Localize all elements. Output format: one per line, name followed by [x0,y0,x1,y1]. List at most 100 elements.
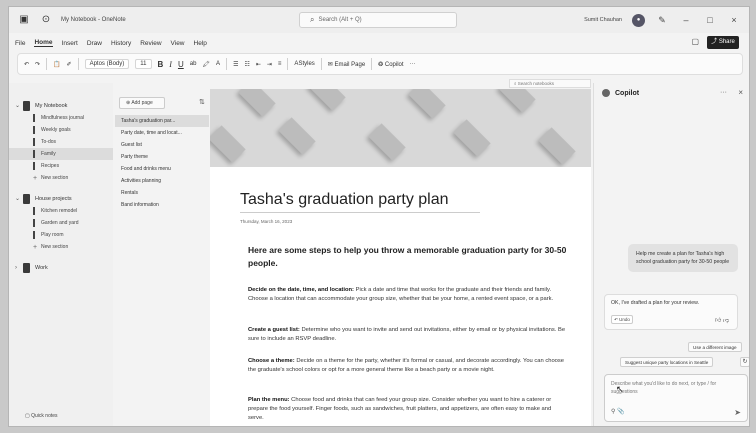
page-item[interactable]: Tasha's graduation par... [115,115,209,127]
sort-icon[interactable]: ⇅ [199,98,205,106]
page-item[interactable]: Rentals [115,187,209,199]
avatar[interactable]: ● [632,13,645,27]
clipboard-icon[interactable]: 📋 [53,61,60,68]
notebook-work[interactable]: › Work [9,261,113,274]
menu-review[interactable]: Review [140,40,161,47]
close-button[interactable]: × [727,15,741,25]
step-lead: Plan the menu: [248,397,290,403]
maximize-button[interactable]: □ [703,15,717,25]
font-name-dropdown[interactable]: Aptos (Body) [84,59,130,69]
suggestion-chip[interactable]: Suggest unique party locations in Seattl… [620,357,714,367]
undo-button[interactable]: ↶ Undo [611,315,633,324]
back-icon[interactable]: ⊙ [39,13,53,27]
page-item[interactable]: Party date, time and locat... [115,127,209,139]
bullets-icon[interactable]: ☰ [233,61,238,68]
cap-shape [498,89,536,113]
section-to-dos[interactable]: To-dos [9,136,113,148]
cap-shape [538,127,576,165]
format-painter-icon[interactable]: ✐ [67,61,72,68]
section-garden-and-yard[interactable]: Garden and yard [9,217,113,229]
bold-button[interactable]: B [158,60,164,69]
separator [371,58,373,70]
new-section-button[interactable]: + New section [9,172,113,184]
add-page-label: Add page [131,100,153,106]
italic-button[interactable]: I [169,60,172,69]
page-item[interactable]: Food and drinks menu [115,163,209,175]
section-kitchen-remodel[interactable]: Kitchen remodel [9,205,113,217]
minimize-button[interactable]: – [679,15,693,25]
page-item[interactable]: Band information [115,199,209,211]
chevron-right-icon[interactable]: › [15,265,23,271]
chevron-down-icon[interactable]: ⌄ [15,195,23,202]
section-tab-icon [33,219,35,227]
menu-help[interactable]: Help [194,40,207,47]
copilot-close-button[interactable]: × [738,88,743,97]
copilot-prompt-input[interactable]: Describe what you'd like to do next, or … [604,374,748,422]
step-paragraph: Decide on the date, time, and location: … [248,286,566,304]
styles-label: Styles [298,61,315,67]
undo-label: Undo [619,317,630,322]
separator [320,58,322,70]
menu-file[interactable]: File [15,40,25,47]
page-canvas[interactable]: Tasha's graduation party plan Thursday, … [210,89,591,426]
notebook-house-projects[interactable]: ⌄ House projects [9,192,113,205]
copilot-title: Copilot [615,89,640,97]
indent-icon[interactable]: ⇥ [267,61,272,68]
suggestion-chip[interactable]: Use a different image [688,342,742,352]
page-item[interactable]: Activities planning [115,175,209,187]
separator [287,58,289,70]
add-page-button[interactable]: ⊕ Add page [119,97,165,109]
copilot-button[interactable]: ❂ Copilot [378,61,403,68]
section-tab-icon [33,162,35,170]
strikethrough-button[interactable]: ab [190,61,197,67]
send-icon[interactable]: ➤ [734,409,741,417]
menu-history[interactable]: History [111,40,131,47]
copilot-header: Copilot [602,89,639,97]
search-box[interactable]: ⌕ Search (Alt + Q) [299,12,457,28]
page-item[interactable]: Party theme [115,151,209,163]
copilot-more-button[interactable]: ··· [720,89,727,96]
new-section-label: New section [41,244,69,250]
menu-view[interactable]: View [171,40,185,47]
underline-button[interactable]: U [178,60,184,69]
separator [226,58,228,70]
menu-insert[interactable]: Insert [62,40,78,47]
section-recipes[interactable]: Recipes [9,160,113,172]
font-color-icon[interactable]: A [216,61,220,67]
more-options-button[interactable]: ··· [410,61,416,67]
chevron-down-icon[interactable]: ⌄ [15,102,23,109]
font-size-dropdown[interactable]: 11 [135,59,152,69]
outdent-icon[interactable]: ⇤ [256,61,261,68]
search-notebooks-input[interactable]: ⌕ Search notebooks [509,79,591,88]
refresh-suggestions-icon[interactable]: ↻ [740,357,749,367]
section-play-room[interactable]: Play room [9,229,113,241]
undo-icon[interactable]: ↶ [24,61,29,68]
page-date: Thursday, March 16, 2023 [240,219,293,224]
redo-icon[interactable]: ↷ [35,61,40,68]
align-icon[interactable]: ≡ [278,61,282,67]
styles-button[interactable]: AStyles [294,61,314,67]
user-name: Sumit Chauhan [584,17,622,23]
new-section-button[interactable]: + New section [9,241,113,253]
notebook-my-notebook[interactable]: ⌄ My Notebook [9,99,113,112]
quick-notes-button[interactable]: ▢ Quick notes [25,413,58,419]
section-mindfulness-journal[interactable]: Mindfulness journal [9,112,113,124]
menu-draw[interactable]: Draw [87,40,102,47]
pen-icon[interactable]: ✎ [655,15,669,26]
page-item[interactable]: Guest list [115,139,209,151]
section-weekly-goals[interactable]: Weekly goals [9,124,113,136]
step-paragraph: Choose a theme: Decide on a theme for th… [248,357,566,375]
search-notebooks-placeholder: Search notebooks [517,81,555,86]
numbering-icon[interactable]: ☷ [244,61,249,68]
feedback-icons[interactable]: 👍︎ 👎︎ [715,316,729,324]
attach-icon[interactable]: ⚲ 📎 [611,408,625,416]
copilot-logo-icon [602,89,610,97]
share-button[interactable]: ⤴ Share [707,36,739,49]
section-label: Weekly goals [41,127,71,133]
search-placeholder: Search (Alt + Q) [318,17,362,23]
highlight-icon[interactable]: 🖍 [202,61,210,68]
email-page-button[interactable]: ✉ Email Page [328,61,365,68]
section-family[interactable]: Family [9,148,113,160]
menu-home[interactable]: Home [34,39,53,47]
notebook-view-icon[interactable]: ▢ [691,37,699,46]
